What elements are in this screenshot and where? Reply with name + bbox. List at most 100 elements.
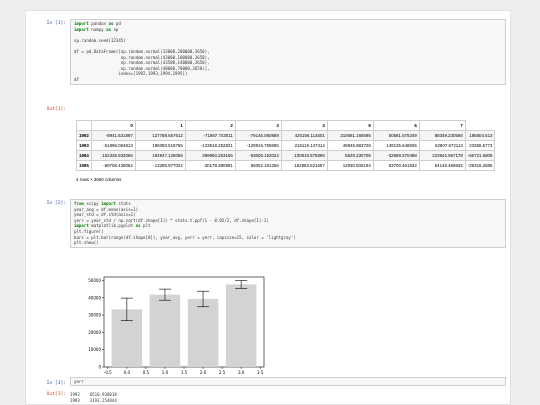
table-cell: 50581.575349 [372, 130, 420, 141]
table-cell: -123518.252821 [184, 140, 236, 151]
code-text: plt.figure() [74, 228, 104, 234]
in-prompt-3: In [3]: [46, 381, 66, 386]
table-row: 1992 -8941.531897 127788.667612 -71887.7430… [76, 130, 496, 141]
table-cell: -29316.2685 [464, 160, 496, 171]
in-prompt-2: In [2]: [46, 201, 66, 206]
code-text: pandas [88, 21, 109, 26]
code-text: bars = plt.bar(range(df.shape[0]), year_… [74, 234, 296, 240]
x-tick-label: 2.5 [219, 370, 226, 375]
table-cell: 425156.114501 [280, 130, 328, 141]
code-text: stats [115, 201, 131, 206]
row-index: 1992 [76, 130, 92, 141]
dataframe-shape-note: 4 rows × 3650 columns [76, 177, 122, 182]
table-cell: 5529.230706 [326, 150, 374, 161]
column-header: 2 [184, 120, 236, 131]
dataframe-header-row: 01234567 [76, 120, 495, 131]
column-header: 4 [280, 120, 328, 131]
column-header: 3 [234, 120, 282, 131]
x-tick-label: 1.0 [162, 370, 169, 375]
table-cell: 100818.575896 [280, 150, 328, 161]
table-cell: 88349.230566 [418, 130, 466, 141]
code-text: np.random.normal(43000,100000,3650), [74, 54, 210, 60]
table-cell: 310681.166595 [326, 130, 374, 141]
table-cell: 63700.461932 [372, 160, 420, 171]
x-tick-label: 1.5 [181, 370, 188, 375]
row-index: 1995 [76, 160, 92, 171]
code-cell-1[interactable]: import pandas as pd import numpy as np np.… [70, 19, 506, 85]
bar [187, 298, 219, 367]
code-text: year_std = df.std(axis=1) [74, 212, 136, 218]
yerr-output: 1992 6510.938018 1993 3193.254844 [70, 392, 117, 403]
table-cell: -129916.759685 [234, 140, 282, 151]
table-cell: -79146.060869 [234, 130, 282, 141]
out-prompt-3: Out[3]: [46, 392, 66, 397]
output-line: 1992 6510.938018 [70, 392, 117, 397]
code-text: df [74, 76, 79, 82]
table-cell: -51896.094813 [90, 140, 136, 151]
bar-chart: 0 10000 20000 30000 40000 50000 -0.5 0.0 0.5 1.0 1… [88, 276, 265, 375]
table-cell: 127788.667612 [134, 130, 186, 141]
code-text: numpy [88, 26, 107, 32]
y-tick-label: 40000 [88, 295, 101, 300]
column-header: 6 [372, 120, 420, 131]
table-cell: -69708.439062 [90, 160, 136, 171]
table-cell: 152883.621657 [280, 160, 328, 171]
column-header: 1 [134, 120, 186, 131]
row-index: 1993 [76, 140, 92, 151]
table-cell: -93006.152024 [234, 150, 282, 161]
dataframe-output: 01234567 1992 -8941.531897 127788.667612 -7… [76, 120, 496, 171]
code-text: np.random.seed(12345) [74, 37, 126, 43]
table-cell: 192947.128056 [134, 150, 186, 161]
code-text: yerr [74, 379, 84, 384]
code-text: plt.show() [74, 240, 99, 246]
code-text: pd [113, 21, 121, 26]
bar [225, 284, 257, 367]
table-cell: 198350.518755 [134, 140, 186, 151]
table-cell: 49845.883728 [326, 140, 374, 151]
table-cell: -71887.743011 [184, 130, 236, 141]
table-cell: -8941.531897 [90, 130, 136, 141]
y-tick-label: 50000 [88, 278, 101, 283]
column-header: 7 [418, 120, 466, 131]
column-header: 0 [90, 120, 136, 131]
table-cell: -30178.390991 [184, 160, 236, 171]
table-row: 1993 -51896.094813 198350.518755 -123518.25… [76, 140, 496, 151]
column-header: 5 [326, 120, 374, 131]
out-prompt-1: Out[1]: [46, 107, 66, 112]
table-cell: 23365.5773 [464, 140, 496, 151]
code-text: year_avg = df.mean(axis=1) [74, 206, 139, 212]
code-text: np [111, 26, 119, 32]
x-tick-label: 3.0 [238, 370, 245, 375]
code-keyword: import [101, 201, 116, 206]
code-text: yerr = year_std / np.sqrt(df.shape[1]) *… [74, 217, 269, 223]
code-text: index=[1992,1993,1994,1995]) [74, 71, 188, 77]
y-tick-label: 30000 [88, 313, 101, 318]
table-row: 1995 -69708.439062 -13289.977022 -30178.390… [76, 160, 496, 171]
x-tick-label: -0.5 [104, 370, 112, 375]
x-tick-label: 0.5 [143, 370, 150, 375]
x-tick-label: 0.0 [124, 370, 131, 375]
code-text: df = pd.DataFrame([np.random.normal(3200… [74, 48, 210, 54]
table-cell: 12930.835194 [326, 160, 374, 171]
table-cell: 152336.932066 [90, 150, 136, 161]
code-cell-2[interactable]: from scipy import stats year_avg = df.mea… [70, 199, 506, 248]
x-tick-label: 2.0 [200, 370, 207, 375]
code-text: np.random.normal(43500,140000,3650), [74, 60, 210, 66]
table-cell: 149135.648505 [372, 140, 420, 151]
code-line: yerr [74, 379, 502, 385]
table-cell: 64148.489835 [418, 160, 466, 171]
code-text: matplotlib.pyplot [88, 223, 136, 229]
column-header [76, 120, 92, 131]
table-cell: -32989.370488 [372, 150, 420, 161]
x-tick-label: 3.5 [257, 370, 264, 375]
row-index: 1994 [76, 150, 92, 161]
table-cell: 55052.181256 [234, 160, 282, 171]
code-text: scipy [83, 201, 102, 206]
table-cell: 216119.147314 [280, 140, 328, 151]
table-cell: -13289.977022 [134, 160, 186, 171]
notebook-container: In [1]: import pandas as pd import numpy … [25, 10, 511, 405]
table-cell: 185804.513 [464, 130, 496, 141]
y-tick-label: 10000 [88, 347, 101, 352]
code-cell-3[interactable]: yerr [70, 377, 506, 386]
code-line: plt.show() [74, 240, 502, 246]
